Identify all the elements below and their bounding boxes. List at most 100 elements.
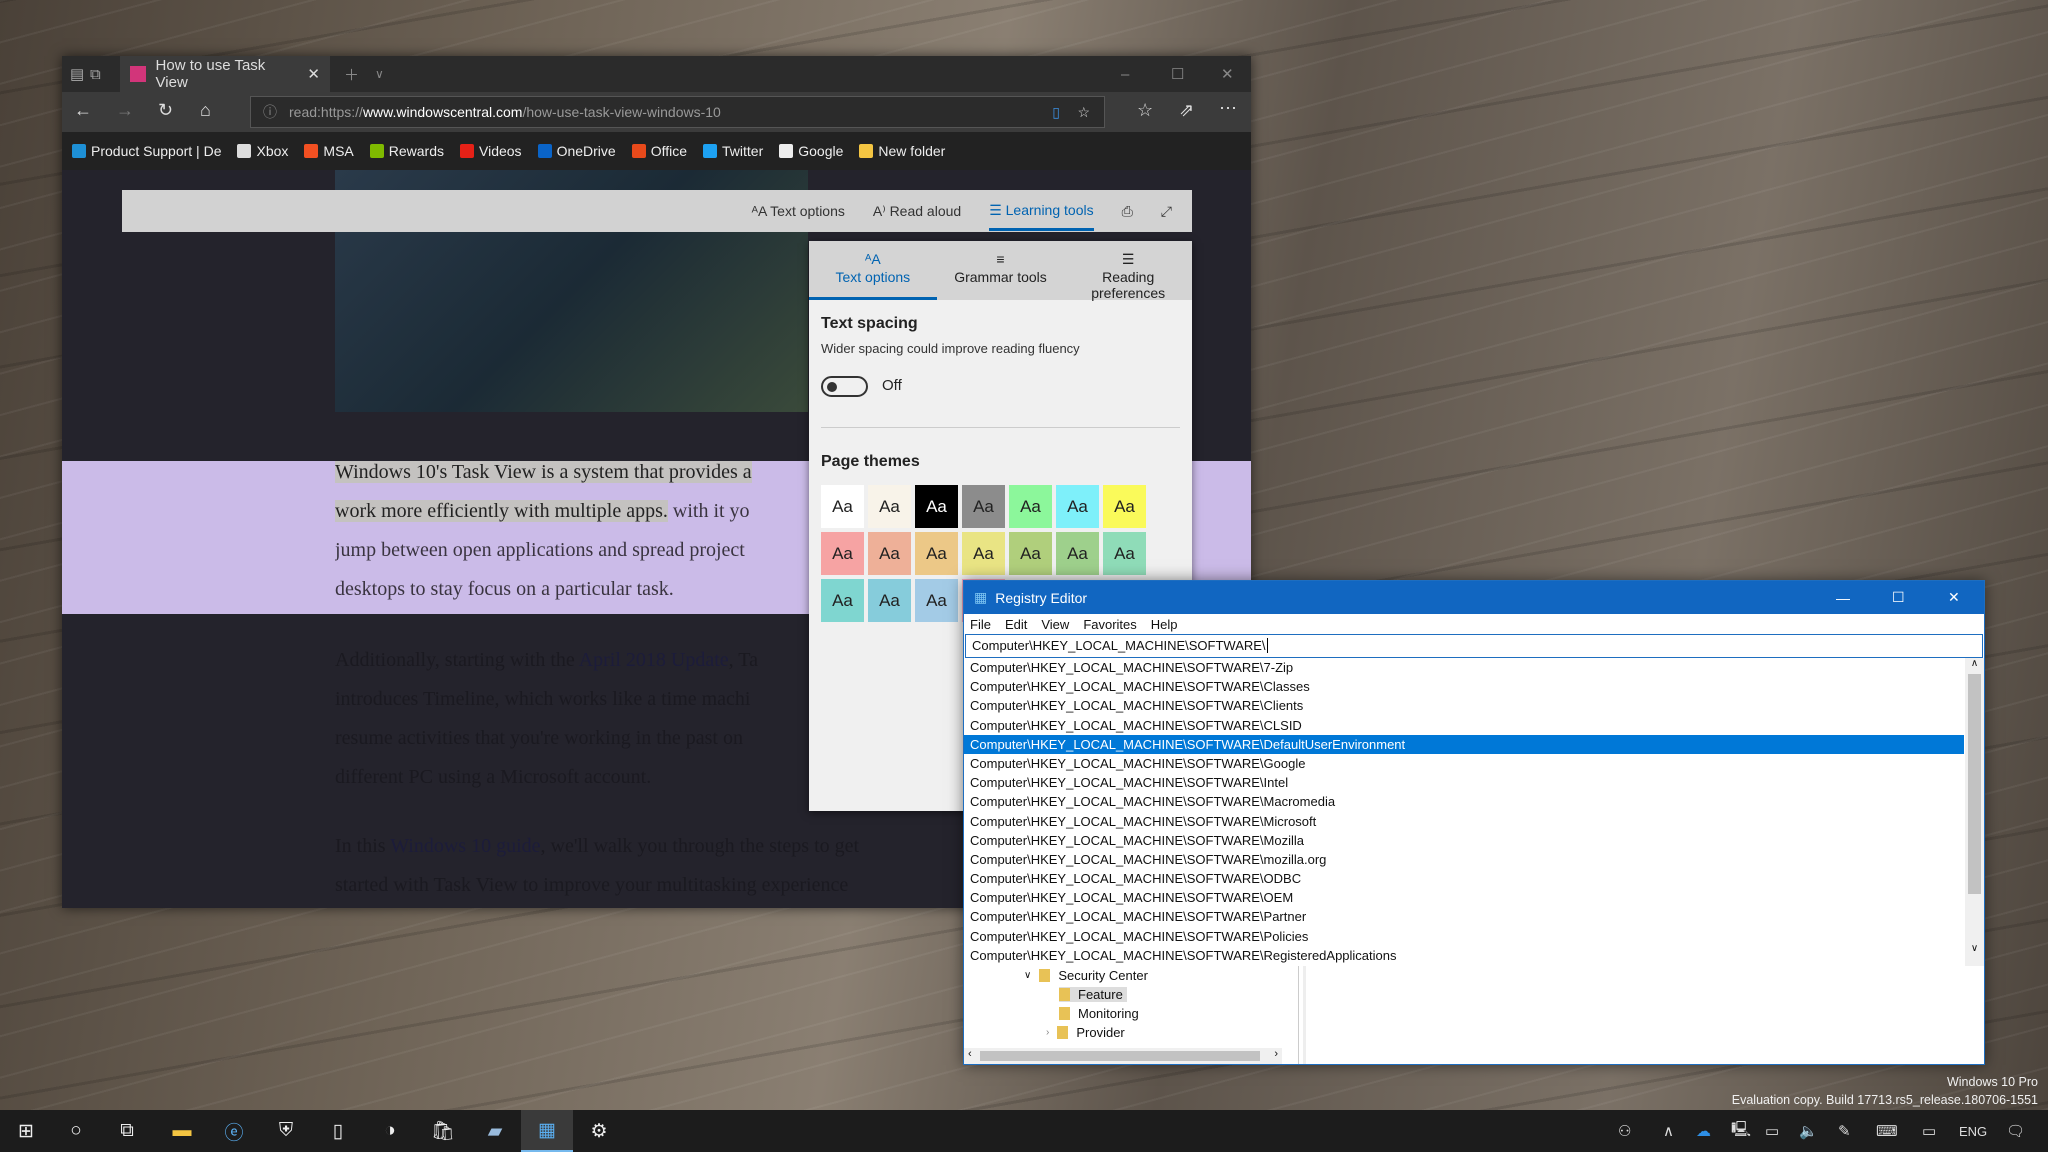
theme-swatch[interactable]: Aa: [868, 485, 911, 528]
print-icon[interactable]: ⎙: [1122, 203, 1133, 220]
theme-swatch[interactable]: Aa: [915, 485, 958, 528]
favorite-item[interactable]: Twitter: [703, 143, 763, 159]
menu-file[interactable]: File: [970, 617, 991, 632]
maximize-icon[interactable]: ☐: [1892, 589, 1940, 606]
pen-workspace-icon[interactable]: ✎: [1838, 1110, 1851, 1152]
reading-view-icon[interactable]: ▯: [1052, 97, 1060, 127]
favorite-item[interactable]: Videos: [460, 143, 522, 159]
favorite-item[interactable]: OneDrive: [537, 143, 616, 159]
scroll-left-icon[interactable]: ‹: [968, 1048, 972, 1060]
minimize-icon[interactable]: –: [1121, 66, 1171, 83]
scroll-thumb[interactable]: [980, 1051, 1260, 1061]
theme-swatch[interactable]: Aa: [1009, 532, 1052, 575]
language-indicator[interactable]: ENG: [1959, 1110, 1987, 1152]
theme-swatch[interactable]: Aa: [915, 579, 958, 622]
scroll-thumb[interactable]: [1968, 674, 1981, 894]
read-aloud-button[interactable]: A⁾ Read aloud: [873, 203, 961, 220]
settings-gear-icon[interactable]: ⚙: [573, 1110, 625, 1152]
tab-preview-chevron-icon[interactable]: ∨: [375, 67, 384, 81]
text-options-button[interactable]: ᴬA Text options: [752, 203, 845, 219]
scroll-up-icon[interactable]: ∧: [1965, 658, 1984, 669]
share-icon[interactable]: ⇗: [1179, 100, 1194, 121]
menu-favorites[interactable]: Favorites: [1083, 617, 1136, 632]
favorite-item[interactable]: Product Support | De: [72, 143, 221, 159]
autocomplete-item[interactable]: Computer\HKEY_LOCAL_MACHINE\SOFTWARE\Cli…: [964, 696, 1964, 715]
refresh-icon[interactable]: ↻: [158, 100, 173, 121]
theme-swatch[interactable]: Aa: [962, 485, 1005, 528]
favorite-item[interactable]: Xbox: [237, 143, 288, 159]
menu-view[interactable]: View: [1041, 617, 1069, 632]
tab-grammar-tools[interactable]: ≡ Grammar tools: [937, 241, 1065, 300]
autocomplete-item[interactable]: Computer\HKEY_LOCAL_MACHINE\SOFTWARE\ODB…: [964, 869, 1964, 888]
favorite-item[interactable]: Rewards: [369, 143, 444, 159]
favorite-star-icon[interactable]: ☆: [1077, 97, 1090, 127]
autocomplete-item[interactable]: Computer\HKEY_LOCAL_MACHINE\SOFTWARE\OEM: [964, 888, 1964, 907]
autocomplete-item[interactable]: Computer\HKEY_LOCAL_MACHINE\SOFTWARE\7-Z…: [964, 658, 1964, 677]
favorite-item[interactable]: Google: [779, 143, 843, 159]
theme-swatch[interactable]: Aa: [1056, 532, 1099, 575]
collapsed-chevron-icon[interactable]: ›: [1046, 1027, 1049, 1038]
theme-swatch[interactable]: Aa: [868, 532, 911, 575]
theme-swatch[interactable]: Aa: [1103, 485, 1146, 528]
autocomplete-item[interactable]: Computer\HKEY_LOCAL_MACHINE\SOFTWARE\Def…: [964, 734, 1964, 754]
back-icon[interactable]: ←: [74, 100, 92, 121]
menu-edit[interactable]: Edit: [1005, 617, 1027, 632]
theme-swatch[interactable]: Aa: [1056, 485, 1099, 528]
action-center-icon[interactable]: 🗨: [2006, 1110, 2025, 1152]
favorite-item[interactable]: Office: [631, 143, 687, 159]
minimize-icon[interactable]: —: [1836, 590, 1884, 606]
autocomplete-item[interactable]: Computer\HKEY_LOCAL_MACHINE\SOFTWARE\Mac…: [964, 792, 1964, 811]
tab-text-options[interactable]: ᴬA Text options: [809, 241, 937, 300]
scroll-right-icon[interactable]: ›: [1274, 1048, 1278, 1060]
autocomplete-item[interactable]: Computer\HKEY_LOCAL_MACHINE\SOFTWARE\Reg…: [964, 946, 1964, 965]
set-aside-tabs-icon[interactable]: ⧉: [90, 66, 120, 83]
touch-keyboard-icon[interactable]: ⌨: [1876, 1110, 1898, 1152]
battery-icon[interactable]: ▭: [1765, 1110, 1779, 1152]
autocomplete-item[interactable]: Computer\HKEY_LOCAL_MACHINE\SOFTWARE\Mic…: [964, 812, 1964, 831]
tree-horizontal-scrollbar[interactable]: ‹ ›: [964, 1048, 1282, 1064]
favorite-item[interactable]: New folder: [859, 143, 945, 159]
autocomplete-item[interactable]: Computer\HKEY_LOCAL_MACHINE\SOFTWARE\Int…: [964, 773, 1964, 792]
theme-swatch[interactable]: Aa: [821, 579, 864, 622]
notes-app-icon[interactable]: ▰: [469, 1110, 521, 1152]
people-icon[interactable]: ⚇: [1618, 1110, 1631, 1152]
theme-swatch[interactable]: Aa: [821, 532, 864, 575]
windows-guide-link[interactable]: Windows 10 guide: [390, 835, 540, 857]
autocomplete-item[interactable]: Computer\HKEY_LOCAL_MACHINE\SOFTWARE\Par…: [964, 907, 1964, 926]
tab-active[interactable]: How to use Task View ✕: [120, 56, 330, 92]
favorites-hub-icon[interactable]: ☆: [1137, 100, 1153, 121]
autocomplete-item[interactable]: Computer\HKEY_LOCAL_MACHINE\SOFTWARE\Moz…: [964, 831, 1964, 850]
april-update-link[interactable]: April 2018 Update: [579, 649, 729, 671]
dropdown-scrollbar[interactable]: ∧ ∨: [1965, 658, 1984, 966]
favorite-item[interactable]: MSA: [304, 143, 354, 159]
close-icon[interactable]: ✕: [1948, 589, 1984, 606]
registry-editor-taskbar-icon[interactable]: ▦: [521, 1110, 573, 1152]
autocomplete-item[interactable]: Computer\HKEY_LOCAL_MACHINE\SOFTWARE\CLS…: [964, 716, 1964, 735]
edge-icon[interactable]: ⓔ: [208, 1110, 260, 1152]
tree-node-provider[interactable]: › Provider: [1046, 1025, 1125, 1040]
learning-tools-button[interactable]: ☰ Learning tools: [989, 192, 1094, 231]
more-icon[interactable]: ⋯: [1219, 98, 1237, 119]
tree-node-feature[interactable]: Feature: [1059, 987, 1127, 1002]
maximize-icon[interactable]: ☐: [1171, 65, 1221, 83]
theme-swatch[interactable]: Aa: [1103, 532, 1146, 575]
registry-address-bar[interactable]: Computer\HKEY_LOCAL_MACHINE\SOFTWARE\: [965, 634, 1983, 658]
theme-swatch[interactable]: Aa: [868, 579, 911, 622]
home-icon[interactable]: ⌂: [200, 100, 211, 121]
theme-swatch[interactable]: Aa: [915, 532, 958, 575]
theme-swatch[interactable]: Aa: [962, 532, 1005, 575]
scroll-down-icon[interactable]: ∨: [1965, 943, 1984, 954]
expanded-chevron-icon[interactable]: ∨: [1024, 970, 1031, 981]
autocomplete-item[interactable]: Computer\HKEY_LOCAL_MACHINE\SOFTWARE\Pol…: [964, 927, 1964, 946]
text-spacing-toggle[interactable]: [821, 376, 868, 397]
new-tab-icon[interactable]: ＋: [344, 64, 359, 85]
phone-icon[interactable]: ▯: [312, 1110, 364, 1152]
file-explorer-icon[interactable]: ▬: [156, 1110, 208, 1152]
show-hidden-icons-chevron[interactable]: ∧: [1663, 1110, 1674, 1152]
network-icon[interactable]: 🖳: [1731, 1110, 1751, 1152]
cortana-icon[interactable]: ○: [50, 1110, 102, 1152]
theme-swatch[interactable]: Aa: [1009, 485, 1052, 528]
task-view-icon[interactable]: ⧉: [101, 1110, 153, 1152]
tab-manager-icon[interactable]: ▤: [70, 65, 90, 83]
autocomplete-item[interactable]: Computer\HKEY_LOCAL_MACHINE\SOFTWARE\Goo…: [964, 754, 1964, 773]
